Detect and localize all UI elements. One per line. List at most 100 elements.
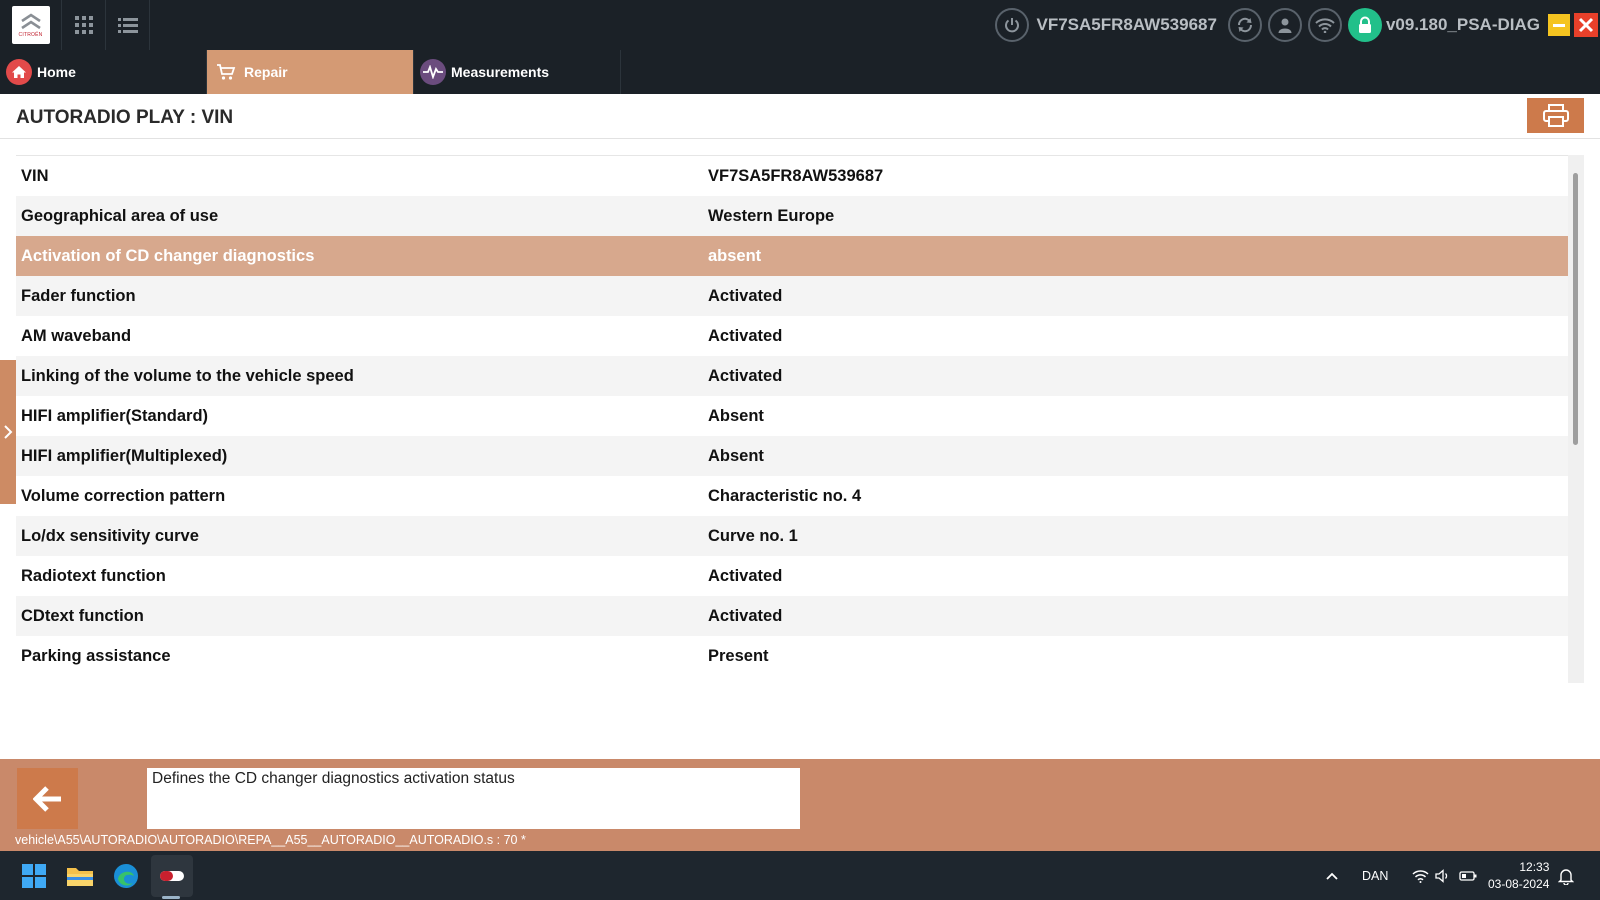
logo-container: CITROËN — [0, 0, 62, 50]
logo-brand-text: CITROËN — [18, 31, 43, 38]
table-row[interactable]: Fader function Activated — [16, 276, 1568, 316]
volume-icon[interactable] — [1435, 868, 1451, 883]
minimize-button[interactable] — [1548, 14, 1570, 36]
row-label: CDtext function — [21, 606, 144, 625]
row-label: HIFI amplifier(Standard) — [21, 406, 209, 425]
user-button[interactable] — [1267, 8, 1302, 42]
title-bar: AUTORADIO PLAY : VIN — [0, 94, 1600, 139]
tab-home-label: Home — [37, 64, 76, 80]
file-explorer-button[interactable] — [64, 860, 96, 892]
row-label: Lo/dx sensitivity curve — [21, 526, 199, 545]
side-panel-toggle[interactable] — [0, 360, 16, 504]
taskbar: DAN 12:33 03-08-2024 — [0, 851, 1600, 900]
row-label: Radiotext function — [21, 566, 166, 585]
clock-time: 12:33 — [1519, 860, 1550, 874]
table-row[interactable]: VIN VF7SA5FR8AW539687 — [16, 156, 1568, 196]
apps-grid-icon — [74, 16, 93, 34]
arrow-left-icon — [32, 785, 61, 812]
battery-icon[interactable] — [1459, 870, 1477, 882]
row-label: Geographical area of use — [21, 206, 219, 225]
close-button[interactable] — [1574, 13, 1598, 37]
row-value: VF7SA5FR8AW539687 — [708, 166, 884, 185]
user-icon — [1278, 18, 1292, 33]
table-row[interactable]: Linking of the volume to the vehicle spe… — [16, 356, 1568, 396]
row-label: Activation of CD changer diagnostics — [21, 246, 315, 265]
row-value: Activated — [708, 566, 783, 585]
windows-icon — [22, 864, 46, 888]
table-scrollbar[interactable] — [1568, 155, 1584, 683]
nav-bar: Home Repair Measurements — [0, 50, 1600, 94]
table-row[interactable]: HIFI amplifier(Multiplexed) Absent — [16, 436, 1568, 476]
refresh-button[interactable] — [1227, 8, 1262, 42]
refresh-icon — [1237, 17, 1252, 33]
table-row[interactable]: Geographical area of use Western Europe — [16, 196, 1568, 236]
lock-button[interactable] — [1347, 8, 1382, 42]
row-label: Linking of the volume to the vehicle spe… — [21, 366, 354, 385]
top-bar: CITROËN VF7SA5FR8AW539687 v09.180_PSA-DI… — [0, 0, 1600, 50]
table-row[interactable]: Parking assistance Present — [16, 636, 1568, 676]
row-value: Curve no. 1 — [708, 526, 798, 545]
row-value: Activated — [708, 366, 783, 385]
edge-browser-button[interactable] — [110, 860, 142, 892]
table-row[interactable]: Radiotext function Activated — [16, 556, 1568, 596]
print-button[interactable] — [1527, 98, 1584, 133]
notification-button[interactable] — [1556, 860, 1576, 892]
row-label: Fader function — [21, 286, 136, 305]
taskbar-clock[interactable]: 12:33 03-08-2024 — [1488, 859, 1549, 893]
pulse-icon — [420, 59, 446, 85]
row-label: AM waveband — [21, 326, 132, 345]
row-value: Characteristic no. 4 — [708, 486, 862, 505]
row-value: absent — [708, 246, 762, 265]
row-value: Activated — [708, 606, 783, 625]
table-row[interactable]: CDtext function Activated — [16, 596, 1568, 636]
row-label: Parking assistance — [21, 646, 171, 665]
language-indicator[interactable]: DAN — [1362, 869, 1388, 883]
printer-icon — [1542, 103, 1569, 127]
tab-measurements[interactable]: Measurements — [414, 50, 621, 94]
chevron-up-icon[interactable] — [1325, 871, 1339, 881]
row-label: Volume correction pattern — [21, 486, 226, 505]
top-bar-right: VF7SA5FR8AW539687 v09.180_PSA-DIAG — [992, 0, 1600, 50]
system-tray: DAN — [1325, 851, 1477, 900]
edge-icon — [114, 864, 138, 888]
power-icon — [1005, 18, 1020, 33]
scrollbar-thumb[interactable] — [1573, 173, 1578, 445]
parameter-table: VIN VF7SA5FR8AW539687 Geographical area of… — [16, 155, 1568, 683]
row-value: Absent — [708, 406, 764, 425]
tab-home[interactable]: Home — [0, 50, 207, 94]
active-app-indicator — [162, 896, 180, 899]
list-view-button[interactable] — [106, 0, 150, 50]
power-button[interactable] — [995, 8, 1030, 42]
page-title: AUTORADIO PLAY : VIN — [16, 107, 234, 128]
row-label: HIFI amplifier(Multiplexed) — [21, 446, 228, 465]
tab-repair[interactable]: Repair — [207, 50, 414, 94]
wifi-button[interactable] — [1307, 8, 1342, 42]
back-button[interactable] — [17, 768, 78, 829]
tab-measurements-label: Measurements — [451, 64, 550, 80]
software-version: v09.180_PSA-DIAG — [1385, 15, 1540, 34]
close-icon — [1578, 17, 1594, 33]
wifi-tray-icon[interactable] — [1412, 869, 1429, 883]
table-row[interactable]: Volume correction pattern Characteristic … — [16, 476, 1568, 516]
chevron-right-icon — [4, 425, 13, 439]
cart-icon — [213, 59, 239, 85]
diag-app-icon — [156, 860, 188, 892]
table-row[interactable]: HIFI amplifier(Standard) Absent — [16, 396, 1568, 436]
vehicle-vin: VF7SA5FR8AW539687 — [1036, 15, 1217, 34]
row-value: Present — [708, 646, 769, 665]
table-row[interactable]: AM waveband Activated — [16, 316, 1568, 356]
row-value: Western Europe — [708, 206, 835, 225]
row-value: Activated — [708, 326, 783, 345]
description-box: Defines the CD changer diagnostics activ… — [147, 768, 800, 829]
lock-icon — [1358, 16, 1371, 33]
table-row[interactable]: Activation of CD changer diagnostics abse… — [16, 236, 1568, 276]
table-row[interactable]: Lo/dx sensitivity curve Curve no. 1 — [16, 516, 1568, 556]
start-button[interactable] — [18, 860, 50, 892]
list-icon — [117, 18, 138, 33]
wifi-icon — [1315, 18, 1335, 33]
bottom-panel: Defines the CD changer diagnostics activ… — [0, 759, 1600, 851]
apps-grid-button[interactable] — [62, 0, 106, 50]
row-value: Activated — [708, 286, 783, 305]
tab-repair-label: Repair — [244, 64, 288, 80]
row-value: Absent — [708, 446, 764, 465]
